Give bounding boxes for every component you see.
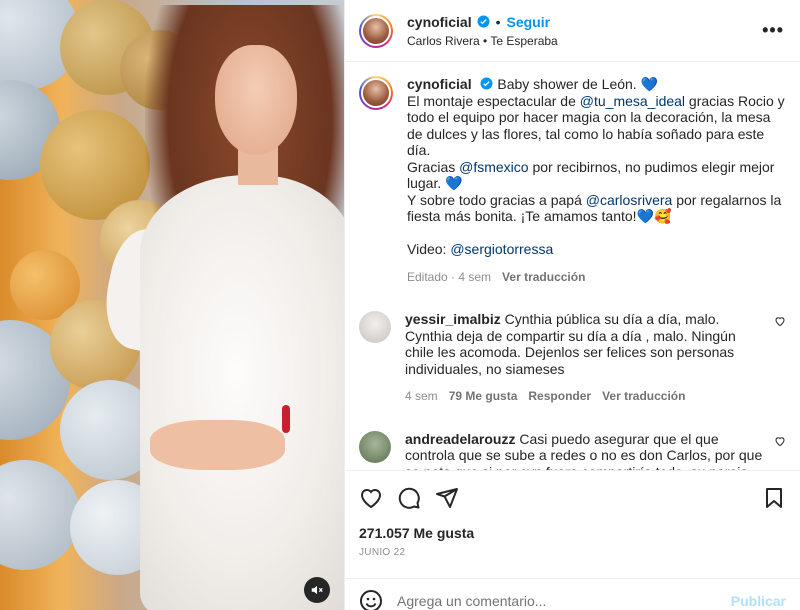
comment-likes[interactable]: 79 Me gusta [449, 388, 518, 405]
muted-speaker-icon [311, 585, 323, 595]
more-options-button[interactable]: ••• [758, 16, 788, 45]
comment: andreadelarouzz Casi puedo asegurar que … [359, 430, 786, 470]
follow-button[interactable]: Seguir [507, 14, 551, 30]
emoji-icon[interactable] [359, 589, 383, 610]
caption-text: Y sobre todo gracias a papá [407, 191, 586, 208]
woman-face [215, 45, 297, 155]
like-comment-heart-icon[interactable] [774, 435, 786, 447]
verified-badge-icon [481, 77, 493, 90]
translate-link[interactable]: Ver traducción [502, 269, 585, 286]
separator-dot: • [495, 13, 501, 30]
caption-username[interactable]: cynoficial [407, 76, 472, 92]
mute-button[interactable] [304, 577, 330, 603]
mention-link[interactable]: @sergiotorressa [450, 241, 553, 257]
caption-edited-time: Editado · 4 sem [407, 269, 492, 284]
mention-link[interactable]: @tu_mesa_ideal [580, 93, 685, 109]
translate-link[interactable]: Ver traducción [602, 388, 685, 405]
caption-line: Baby shower de León. 💙 [497, 76, 659, 92]
like-comment-heart-icon[interactable] [774, 315, 786, 327]
white-dress [140, 175, 344, 610]
comment-input[interactable] [397, 593, 731, 609]
post-date: JUNIO 22 [359, 547, 406, 558]
publish-button[interactable]: Publicar [731, 593, 786, 609]
caption: cynoficial Baby shower de León. 💙 El mon… [359, 76, 786, 285]
post-actions: 271.057 Me gusta JUNIO 22 Publicar [345, 470, 800, 610]
woman-hands [150, 420, 285, 470]
comment-bubble-icon[interactable] [397, 486, 421, 510]
caption-text: Video: [407, 241, 451, 257]
caption-text: El montaje espectacular de [407, 92, 580, 109]
commenter-username[interactable]: yessir_imalbiz [405, 311, 501, 327]
comment-time: 4 sem [405, 389, 438, 403]
red-bracelet [282, 405, 290, 433]
audio-label[interactable]: Carlos Rivera • Te Esperaba [407, 34, 758, 48]
like-count[interactable]: 271.057 Me gusta [359, 525, 786, 541]
mention-link[interactable]: @fsmexico [459, 159, 528, 175]
post-header: cynoficial • Seguir Carlos Rivera • Te E… [345, 0, 800, 62]
share-paper-plane-icon[interactable] [435, 486, 459, 510]
like-heart-icon[interactable] [359, 486, 383, 510]
post-video[interactable] [0, 0, 344, 610]
comments-scroll-area[interactable]: cynoficial Baby shower de León. 💙 El mon… [345, 62, 800, 470]
save-bookmark-icon[interactable] [762, 486, 786, 510]
commenter-avatar[interactable] [359, 311, 391, 343]
commenter-avatar[interactable] [359, 430, 391, 463]
comment: yessir_imalbiz Cynthia pública su día a … [359, 311, 786, 405]
author-avatar[interactable] [359, 13, 393, 48]
caption-text: Gracias [407, 158, 460, 175]
post-panel: cynoficial • Seguir Carlos Rivera • Te E… [344, 0, 800, 610]
reply-button[interactable]: Responder [528, 388, 591, 405]
verified-badge-icon [477, 15, 490, 28]
mention-link[interactable]: @carlosrivera [586, 192, 673, 208]
caption-author-avatar[interactable] [359, 76, 393, 110]
commenter-username[interactable]: andreadelarouzz [405, 431, 515, 447]
author-username[interactable]: cynoficial [407, 14, 472, 30]
add-comment-bar: Publicar [345, 578, 800, 610]
balloon [0, 460, 80, 570]
